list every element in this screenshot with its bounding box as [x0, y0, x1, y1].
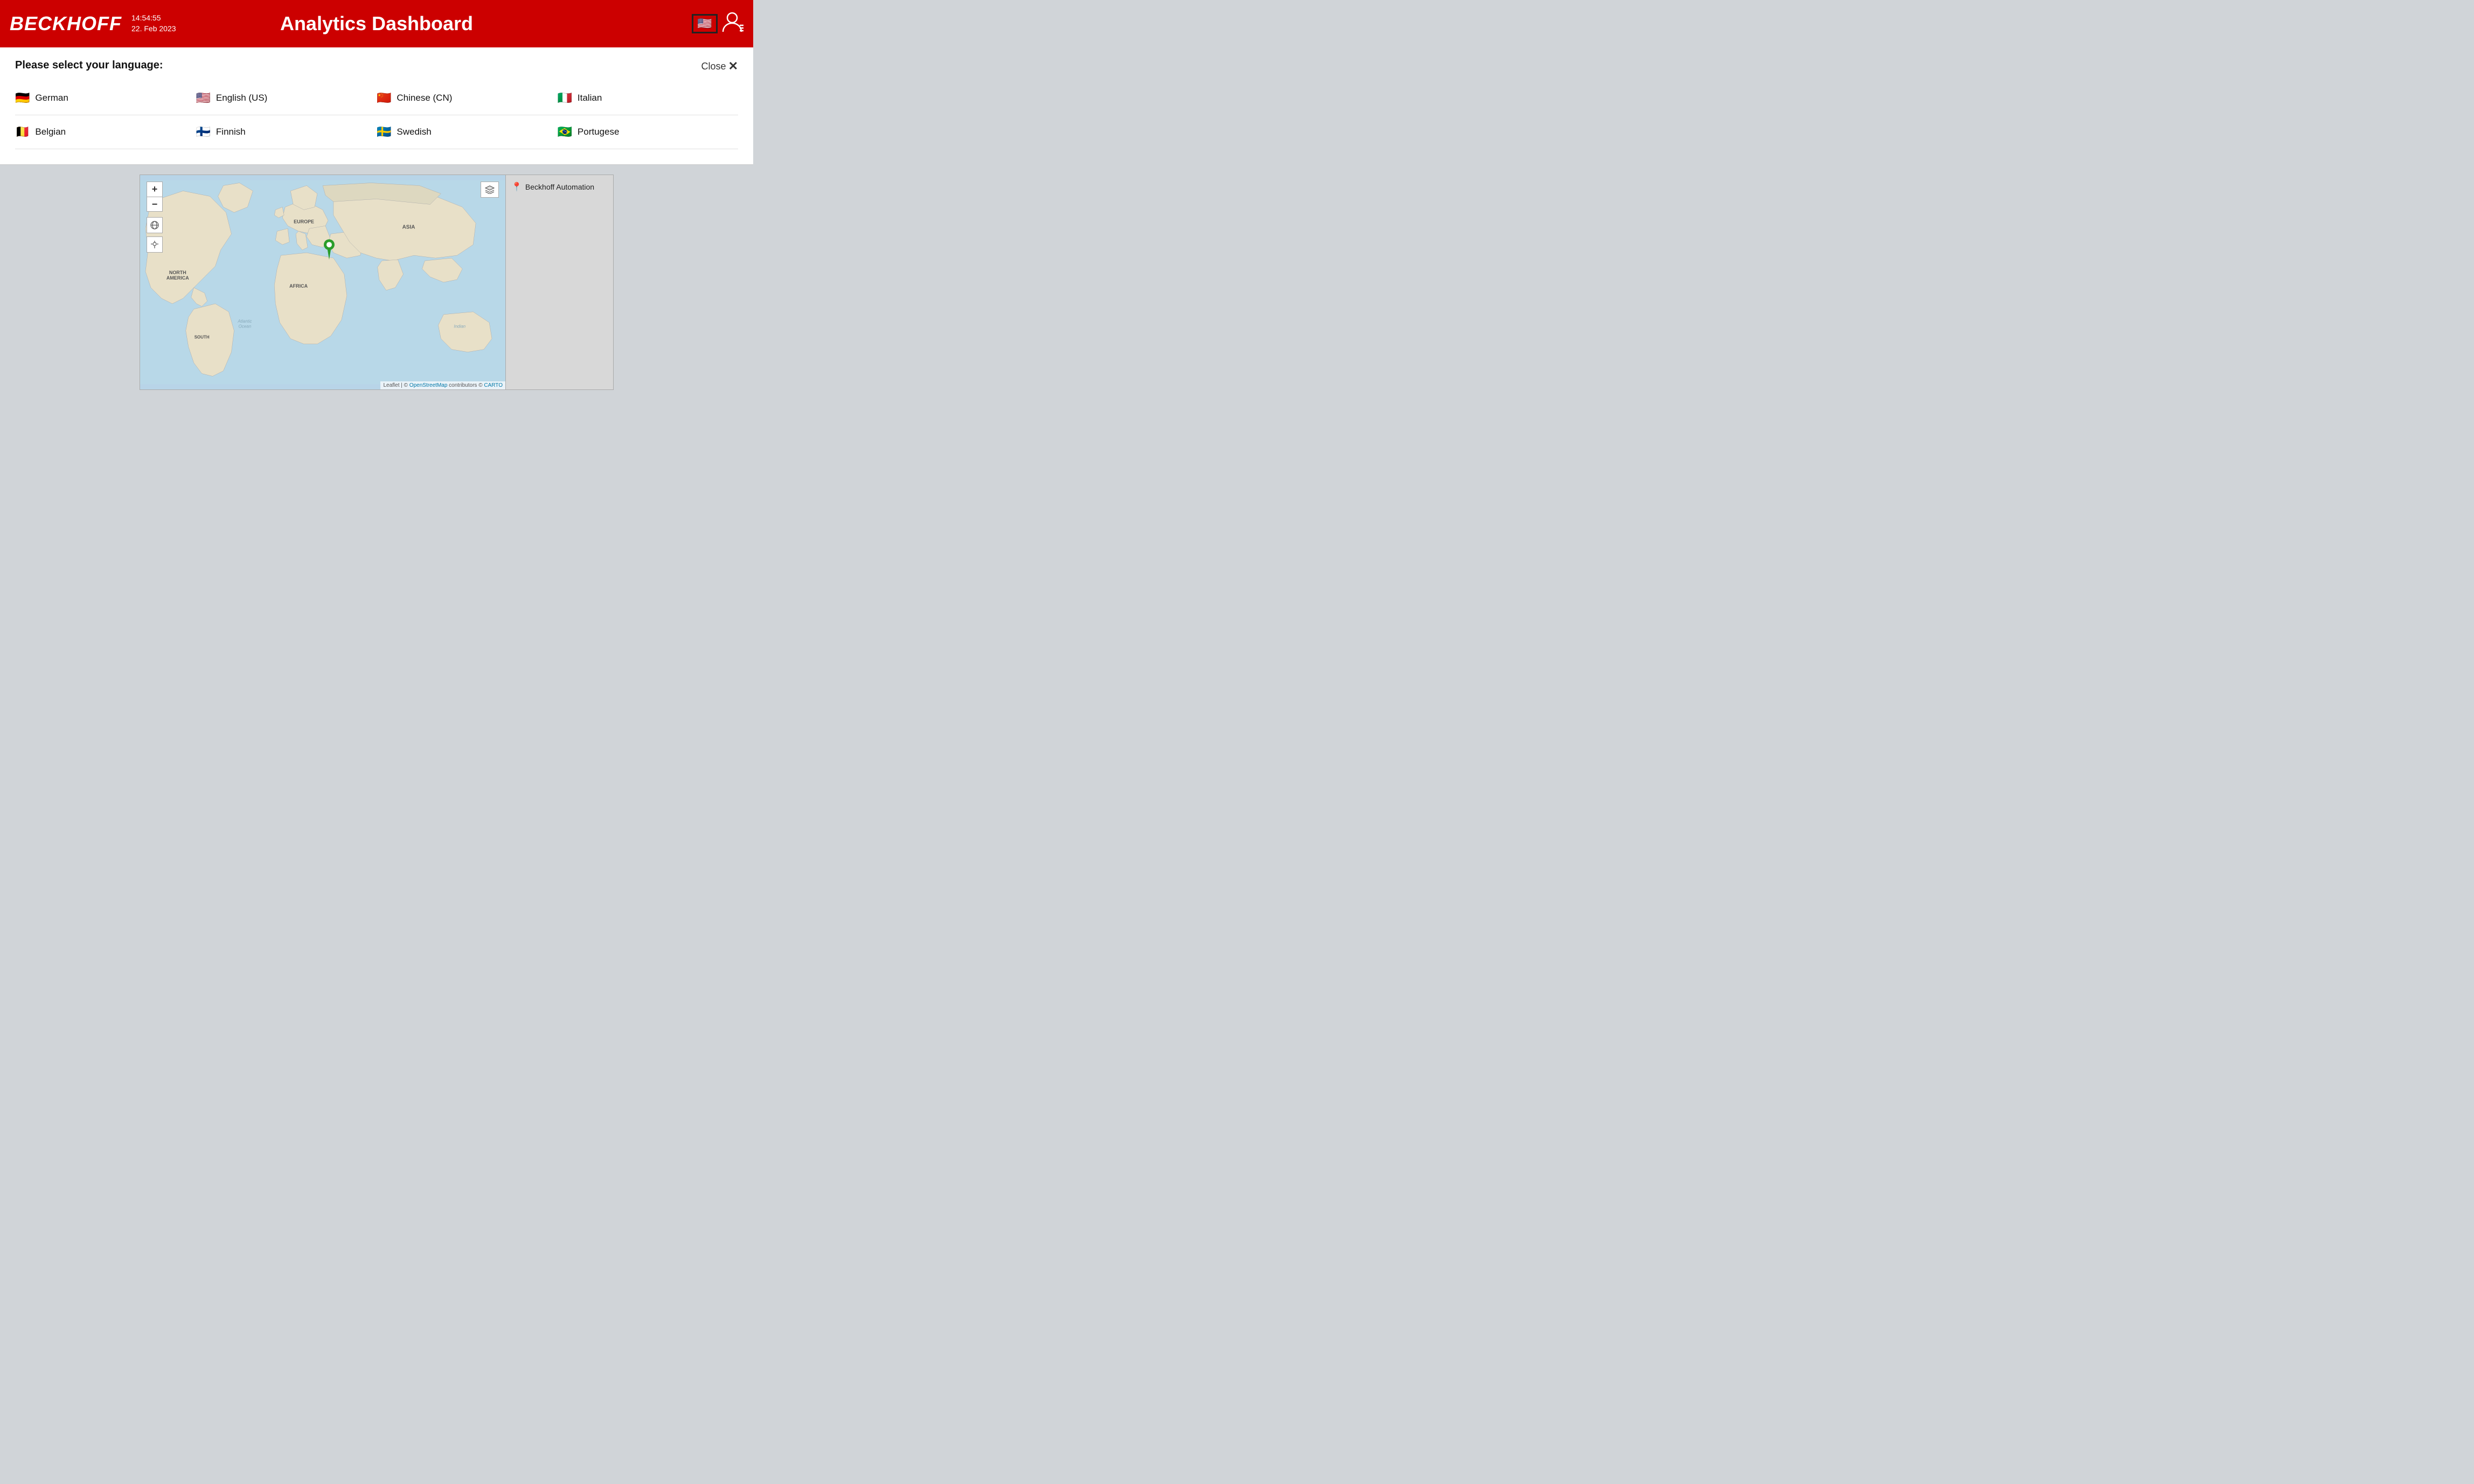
lang-label-finnish: Finnish [216, 127, 246, 137]
zoom-out-button[interactable]: − [147, 197, 163, 212]
map-section: NORTH AMERICA SOUTH AFRICA EUROPE ASIA A… [0, 165, 753, 390]
flag-belgian: 🇧🇪 [15, 125, 30, 139]
sidebar-pin-icon: 📍 [511, 182, 522, 192]
language-panel: Please select your language: Close ✕ 🇩🇪 … [0, 47, 753, 165]
svg-text:Atlantic: Atlantic [237, 319, 252, 324]
svg-text:NORTH: NORTH [169, 270, 186, 275]
map-outer: NORTH AMERICA SOUTH AFRICA EUROPE ASIA A… [140, 175, 614, 390]
locate-icon [150, 240, 159, 249]
lang-item-swedish[interactable]: 🇸🇪 Swedish [377, 115, 558, 149]
lang-label-german: German [35, 93, 68, 103]
flag-portugese: 🇧🇷 [558, 125, 572, 139]
svg-text:Ocean: Ocean [239, 324, 252, 329]
close-button[interactable]: Close ✕ [701, 59, 738, 73]
svg-text:AMERICA: AMERICA [166, 275, 189, 281]
flag-finnish: 🇫🇮 [196, 125, 211, 139]
flag-swedish: 🇸🇪 [377, 125, 391, 139]
globe-icon [150, 221, 159, 229]
sidebar-item-label: Beckhoff Automation [525, 183, 594, 191]
globe-control-button[interactable] [147, 217, 163, 233]
flag-chinese-cn: 🇨🇳 [377, 91, 391, 105]
zoom-in-button[interactable]: + [147, 182, 163, 197]
map-sidebar: 📍 Beckhoff Automation [505, 175, 613, 389]
lang-label-chinese-cn: Chinese (CN) [397, 93, 452, 103]
logo: BECKHOFF [10, 12, 122, 35]
lang-item-belgian[interactable]: 🇧🇪 Belgian [15, 115, 196, 149]
header-time: 14:54:55 [131, 13, 176, 24]
user-icon[interactable] [721, 10, 743, 37]
lang-label-portugese: Portugese [578, 127, 620, 137]
svg-text:Indian: Indian [454, 324, 465, 329]
lang-item-finnish[interactable]: 🇫🇮 Finnish [196, 115, 377, 149]
map-extra-controls [147, 217, 163, 253]
language-flag-button[interactable]: 🇺🇸 [692, 14, 718, 33]
layers-icon [485, 185, 495, 194]
header-date: 22. Feb 2023 [131, 24, 176, 34]
lang-label-swedish: Swedish [397, 127, 431, 137]
header-title: Analytics Dashboard [280, 12, 473, 35]
close-label: Close [701, 61, 726, 72]
lang-label-italian: Italian [578, 93, 602, 103]
map-svg: NORTH AMERICA SOUTH AFRICA EUROPE ASIA A… [140, 175, 505, 389]
layer-button[interactable] [481, 182, 499, 198]
map-zoom-controls: + − [147, 182, 163, 212]
flag-german: 🇩🇪 [15, 91, 30, 105]
lang-item-english-us[interactable]: 🇺🇸 English (US) [196, 81, 377, 115]
sidebar-item-beckhoff: 📍 Beckhoff Automation [511, 182, 608, 192]
lang-item-chinese-cn[interactable]: 🇨🇳 Chinese (CN) [377, 81, 558, 115]
lang-item-italian[interactable]: 🇮🇹 Italian [558, 81, 739, 115]
lang-label-belgian: Belgian [35, 127, 66, 137]
language-grid: 🇩🇪 German 🇺🇸 English (US) 🇨🇳 Chinese (CN… [15, 81, 738, 149]
locate-control-button[interactable] [147, 236, 163, 253]
svg-text:EUROPE: EUROPE [294, 219, 314, 224]
svg-text:SOUTH: SOUTH [194, 335, 210, 340]
header: BECKHOFF 14:54:55 22. Feb 2023 Analytics… [0, 0, 753, 47]
flag-italian: 🇮🇹 [558, 91, 572, 105]
lang-item-german[interactable]: 🇩🇪 German [15, 81, 196, 115]
lang-panel-title: Please select your language: [15, 59, 738, 72]
lang-label-english-us: English (US) [216, 93, 267, 103]
flag-english-us: 🇺🇸 [196, 91, 211, 105]
svg-text:AFRICA: AFRICA [289, 283, 308, 289]
lang-item-portugese[interactable]: 🇧🇷 Portugese [558, 115, 739, 149]
map-container[interactable]: NORTH AMERICA SOUTH AFRICA EUROPE ASIA A… [140, 175, 505, 389]
close-x-icon: ✕ [728, 59, 738, 73]
svg-text:ASIA: ASIA [402, 224, 415, 230]
map-attribution: Leaflet | © OpenStreetMap contributors ©… [380, 381, 505, 389]
header-right: 🇺🇸 [692, 10, 743, 37]
header-datetime: 14:54:55 22. Feb 2023 [131, 13, 176, 34]
